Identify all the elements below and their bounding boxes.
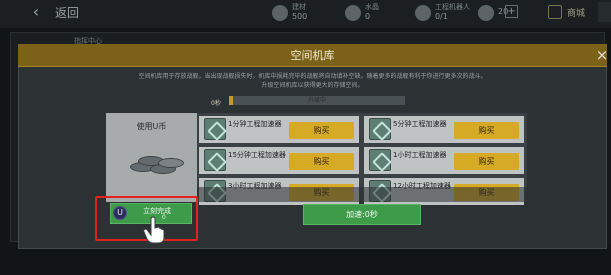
u-coin-title: 使用U币 — [136, 122, 167, 131]
speedup-button[interactable]: 加速:0秒 — [303, 204, 421, 225]
pointer-hand-icon — [143, 216, 165, 244]
timer-label: 0秒 — [211, 100, 221, 107]
coin-stack-icon — [130, 150, 186, 180]
plus-icon[interactable]: + — [505, 5, 518, 18]
u-coin-icon — [478, 5, 494, 21]
buy-button[interactable]: 购买 — [454, 122, 519, 139]
accelerator-icon — [204, 149, 226, 171]
accelerator-icon — [204, 118, 226, 140]
accelerator-icon — [369, 118, 391, 140]
accelerator-item: 5分钟工程加速器 购买 — [364, 116, 524, 143]
dialog-description: 空间机库用于存放战舰，当出现战舰损失时，机库中损耗完毕的战舰将自动填补空缺。随着… — [138, 73, 487, 80]
back-arrow-icon[interactable]: ‹ — [26, 2, 46, 22]
dialog-title: 空间机库 — [290, 49, 335, 62]
back-label[interactable]: 返回 — [55, 4, 79, 21]
close-icon[interactable]: × — [594, 47, 610, 63]
shop-icon[interactable] — [548, 5, 562, 19]
material-icon — [272, 5, 288, 21]
accelerator-item: 15分钟工程加速器 购买 — [199, 147, 359, 174]
aux-button[interactable] — [598, 2, 611, 22]
upgrade-status: 升级中 — [307, 97, 326, 104]
shop-label[interactable]: 商城 — [567, 6, 585, 19]
dialog-description-2: 升级空间机库以获得更大的存储空间。 — [261, 82, 364, 89]
grid-scroll-fade — [197, 187, 527, 202]
buy-button[interactable]: 购买 — [454, 153, 519, 170]
buy-button[interactable]: 购买 — [289, 122, 354, 139]
robot-icon — [415, 5, 431, 21]
accelerator-item: 1分钟工程加速器 购买 — [199, 116, 359, 143]
bottom-strip — [0, 250, 611, 275]
buy-button[interactable]: 购买 — [289, 153, 354, 170]
crystal-icon — [345, 5, 361, 21]
accelerator-item: 1小时工程加速器 购买 — [364, 147, 524, 174]
accelerator-icon — [369, 149, 391, 171]
